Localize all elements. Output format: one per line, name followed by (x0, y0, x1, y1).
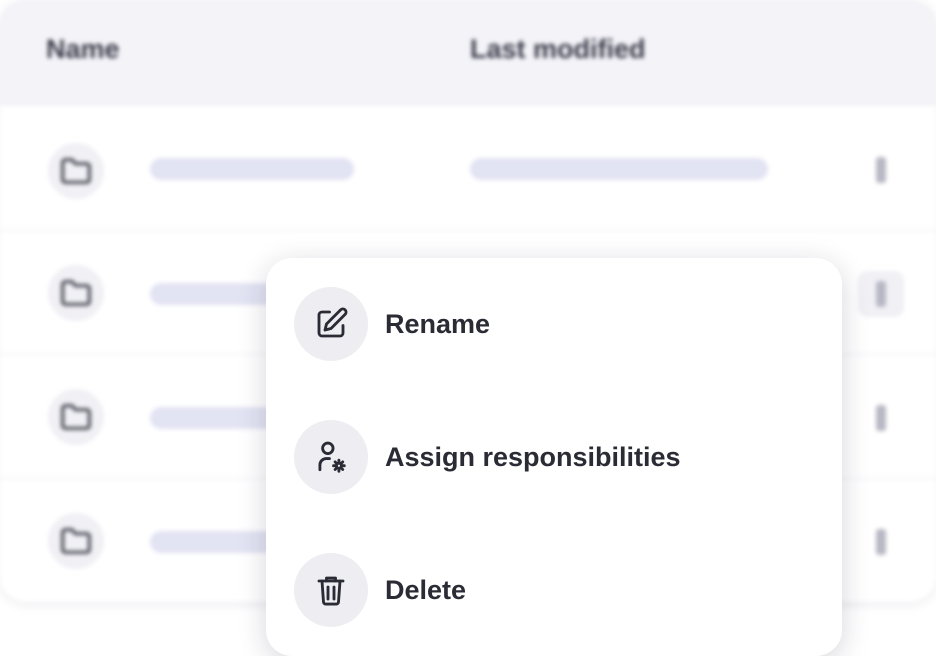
row-menu-icon[interactable] (876, 281, 886, 307)
row-menu-icon[interactable] (876, 405, 886, 431)
user-settings-icon (294, 420, 368, 494)
folder-icon (48, 513, 104, 569)
folder-icon (48, 265, 104, 321)
folder-icon (48, 389, 104, 445)
row-menu-icon[interactable] (876, 157, 886, 183)
column-header-last-modified[interactable]: Last modified (470, 34, 646, 65)
edit-icon (294, 287, 368, 361)
menu-item-label: Delete (385, 574, 467, 605)
name-placeholder (150, 158, 354, 180)
folder-icon (48, 143, 104, 199)
table-row[interactable] (0, 107, 936, 231)
trash-icon (294, 553, 368, 627)
table-header: Name Last modified (0, 0, 936, 106)
date-placeholder (470, 158, 768, 180)
menu-item-assign-responsibilities[interactable]: Assign responsibilities (294, 419, 814, 495)
column-header-name[interactable]: Name (46, 34, 120, 65)
menu-item-label: Assign responsibilities (385, 441, 681, 472)
row-menu-icon[interactable] (876, 529, 886, 555)
menu-item-rename[interactable]: Rename (294, 286, 814, 362)
context-menu: Rename Assign responsibilities Delete (266, 258, 842, 656)
menu-item-label: Rename (385, 308, 491, 339)
menu-item-delete[interactable]: Delete (294, 552, 814, 628)
